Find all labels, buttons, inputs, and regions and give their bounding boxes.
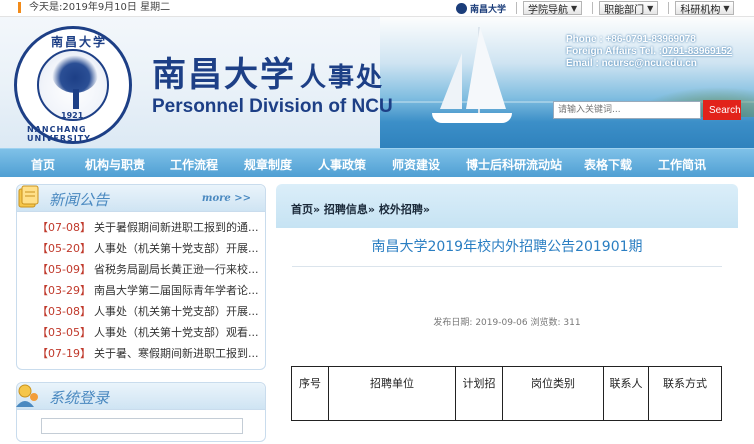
dropdown-triangle-icon: ▼ [647,3,654,13]
login-field[interactable] [41,418,243,434]
article-meta: 发布日期: 2019-09-06 浏览数: 311 [433,318,581,328]
quick-links: 南昌大学 学院导航 ▼ 职能部门 ▼ 科研机构 ▼ [456,0,735,16]
nav-regulations[interactable]: 规章制度 [244,156,292,173]
university-seal-logo[interactable]: 南昌大学 1921 NANCHANG UNIVERSITY [14,26,132,144]
divider [592,2,594,14]
phone-text: Phone : +86-0791-83969078 [566,34,696,45]
departments-dropdown[interactable]: 职能部门 ▼ [599,1,659,16]
nav-policies[interactable]: 人事政策 [318,156,366,173]
research-dropdown[interactable]: 科研机构 ▼ [675,1,735,16]
news-item[interactable]: 【03-08】 人事处（机关第十党支部）开展... [17,301,265,322]
news-item[interactable]: 【03-29】 南昌大学第二届国际青年学者论... [17,280,265,301]
nav-briefs[interactable]: 工作简讯 [658,156,706,173]
nav-workflow[interactable]: 工作流程 [170,156,218,173]
nav-faculty[interactable]: 师资建设 [392,156,440,173]
search-input[interactable] [553,101,701,119]
col-header: 招聘单位 [328,366,456,421]
search-button[interactable]: Search [703,100,741,120]
recruitment-table: 序号 招聘单位 计划招 岗位类别 联系人 联系方式 [291,366,722,421]
news-panel: 新闻公告 more >> 【07-08】 关于暑假期间新进职工报到的通... 【0… [16,184,266,370]
col-header: 联系方式 [648,366,722,421]
news-item[interactable]: 【07-08】 关于暑假期间新进职工报到的通... [17,217,265,238]
contact-info: Phone : +86-0791-83969078 Foreign Affair… [566,34,732,70]
login-panel-title: 系统登录 [49,389,110,407]
news-list: 【07-08】 关于暑假期间新进职工报到的通... 【05-20】 人事处（机关第十… [17,212,265,364]
news-item[interactable]: 【05-20】 人事处（机关第十党支部）开展... [17,238,265,259]
news-item[interactable]: 【03-05】 人事处（机关第十党支部）观看... [17,322,265,343]
quick-logo[interactable]: 南昌大学 [456,2,506,15]
divider [292,266,722,267]
login-panel-header: 系统登录 [16,383,265,410]
article-title: 南昌大学2019年校内外招聘公告201901期 [371,239,643,255]
user-login-icon [16,384,38,407]
top-bar: 今天是:2019年9月10日 星期二 南昌大学 学院导航 ▼ 职能部门 ▼ 科研机构… [0,0,754,17]
tree-icon [52,55,98,93]
main-nav: 首页 机构与职责 工作流程 规章制度 人事政策 师资建设 博士后科研流动站 表格… [0,148,754,177]
notebook-icon [18,185,39,208]
news-panel-header: 新闻公告 more >> [17,185,265,212]
nav-home[interactable]: 首页 [31,156,55,173]
fax-text: Foreign Affairs Tel. :0791-83969152 [566,46,733,57]
site-title-en: Personnel Division of NCU [152,96,393,117]
news-more-link[interactable]: more >> [202,193,251,204]
dropdown-triangle-icon: ▼ [571,3,578,13]
site-title-cn: 南昌大学 人事处 [152,55,385,95]
nav-organization[interactable]: 机构与职责 [85,156,145,173]
nav-forms[interactable]: 表格下载 [584,156,632,173]
divider [516,2,518,14]
col-header: 联系人 [603,366,649,421]
breadcrumb[interactable]: 首页» 招聘信息» 校外招聘» [291,201,430,217]
news-item[interactable]: 【07-19】 关于暑、寒假期间新进职工报到... [17,343,265,364]
col-header: 岗位类别 [502,366,604,421]
col-header: 序号 [291,366,329,421]
nav-postdoc[interactable]: 博士后科研流动站 [466,156,562,173]
article-content: 首页» 招聘信息» 校外招聘» 南昌大学2019年校内外招聘公告201901期 … [276,184,738,444]
news-panel-title: 新闻公告 [49,191,110,209]
login-panel: 系统登录 [16,382,266,442]
divider [668,2,670,14]
site-header: 南昌大学 1921 NANCHANG UNIVERSITY 南昌大学 人事处 Pe… [0,17,754,148]
content-header: 首页» 招聘信息» 校外招聘» [276,184,738,228]
table-header-row: 序号 招聘单位 计划招 岗位类别 联系人 联系方式 [291,366,722,421]
col-header: 计划招 [455,366,503,421]
search-bar: Search [553,100,741,120]
email-text: Email : ncursc@ncu.edu.cn [566,58,697,69]
news-item[interactable]: 【05-09】 省税务局副局长黄正逊一行来校... [17,259,265,280]
today-date: 今天是:2019年9月10日 星期二 [18,2,170,13]
dropdown-triangle-icon: ▼ [723,3,730,13]
seal-mini-icon [456,2,467,14]
college-nav-dropdown[interactable]: 学院导航 ▼ [523,1,583,16]
